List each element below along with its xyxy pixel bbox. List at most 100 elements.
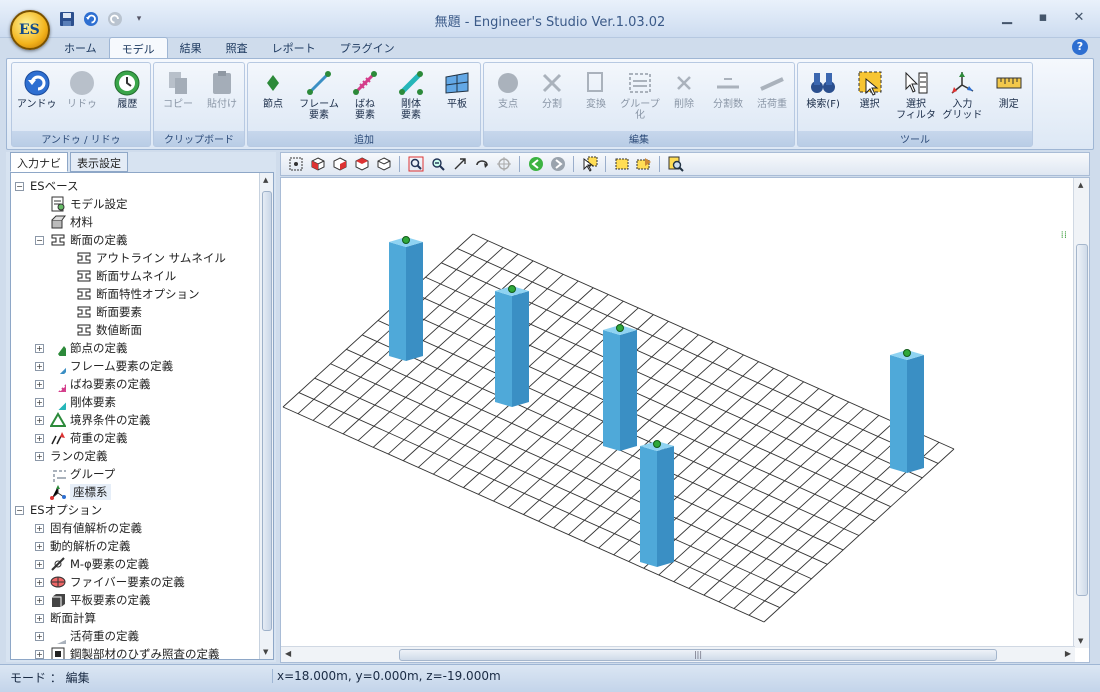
model-viewport-3d[interactable]: ⁞⁞ ▲ ▼ ◀ ||| ▶: [280, 177, 1090, 663]
node-marker[interactable]: [903, 349, 911, 357]
measure-button[interactable]: 測定: [986, 67, 1032, 129]
tree-node[interactable]: + 剛体要素: [35, 393, 116, 411]
tab-0[interactable]: ホーム: [52, 37, 109, 59]
tree-node[interactable]: − ESオプション: [15, 501, 102, 519]
minimize-button[interactable]: ▁: [996, 8, 1018, 26]
zoom-window-icon[interactable]: [407, 156, 424, 173]
expand-icon[interactable]: +: [35, 613, 44, 623]
tree-node[interactable]: − ESベース: [15, 177, 79, 195]
scroll-right-icon[interactable]: ▶: [1065, 649, 1071, 658]
group-button[interactable]: グループ 化: [617, 67, 663, 129]
column-element[interactable]: [890, 349, 924, 474]
window-select-icon[interactable]: [613, 156, 630, 173]
tree-node[interactable]: + M-φ要素の定義: [35, 555, 149, 573]
view-front-icon[interactable]: [331, 156, 348, 173]
tree-node[interactable]: + ばね要素の定義: [35, 375, 151, 393]
scroll-down-icon[interactable]: ▼: [263, 648, 268, 656]
plate-button[interactable]: 平板: [434, 67, 480, 129]
tree-node[interactable]: + 荷重の定義: [35, 429, 128, 447]
tab-1[interactable]: モデル: [108, 37, 168, 59]
redo-button[interactable]: リドゥ: [59, 67, 105, 129]
column-element[interactable]: [640, 440, 674, 568]
view-top-icon[interactable]: [375, 156, 392, 173]
expand-icon[interactable]: +: [35, 451, 44, 461]
pan-icon[interactable]: [451, 156, 468, 173]
fit-view-icon[interactable]: [287, 156, 304, 173]
tab-3[interactable]: 照査: [214, 37, 260, 59]
expand-icon[interactable]: +: [35, 397, 44, 407]
tree-node[interactable]: + ファイバー要素の定義: [35, 573, 185, 591]
back-icon[interactable]: [527, 156, 544, 173]
input-grid-button[interactable]: 入力 グリッド: [939, 67, 985, 129]
expand-icon[interactable]: +: [35, 577, 44, 587]
tree-node[interactable]: 座標系: [35, 483, 111, 501]
tree-node[interactable]: + 鋼製部材のひずみ照査の定義: [35, 645, 220, 659]
tab-5[interactable]: プラグイン: [328, 37, 407, 59]
column-element[interactable]: [389, 236, 423, 362]
column-element[interactable]: [603, 324, 637, 452]
tab-input-navi[interactable]: 入力ナビ: [10, 152, 68, 172]
live-load-button[interactable]: 活荷重: [749, 67, 795, 129]
model-scene[interactable]: [281, 178, 1075, 648]
tree-node[interactable]: + 活荷重の定義: [35, 627, 139, 645]
help-icon[interactable]: ?: [1072, 39, 1088, 55]
tree-node[interactable]: + フレーム要素の定義: [35, 357, 173, 375]
node-marker[interactable]: [653, 440, 661, 448]
select-filter-button[interactable]: 選択 フィルタ: [893, 67, 939, 129]
tree-node[interactable]: + 境界条件の定義: [35, 411, 151, 429]
delete-button[interactable]: 削除: [661, 67, 707, 129]
tree-node[interactable]: + ランの定義: [35, 447, 108, 465]
tree-scroll-thumb[interactable]: [262, 191, 272, 631]
history-button[interactable]: 履歴: [104, 67, 150, 129]
tree-node[interactable]: + 平板要素の定義: [35, 591, 151, 609]
close-button[interactable]: ✕: [1068, 8, 1090, 26]
expand-icon[interactable]: +: [35, 415, 44, 425]
scroll-left-icon[interactable]: ◀: [285, 649, 291, 658]
tab-display-settings[interactable]: 表示設定: [70, 152, 128, 172]
tree-node[interactable]: グループ: [35, 465, 115, 483]
expand-icon[interactable]: +: [35, 523, 44, 533]
divisions-button[interactable]: 分割数: [705, 67, 751, 129]
node-button[interactable]: 節点: [250, 67, 296, 129]
tree-node[interactable]: 材料: [35, 213, 93, 231]
tree-node[interactable]: + 節点の定義: [35, 339, 128, 357]
tab-2[interactable]: 結果: [168, 37, 214, 59]
expand-icon[interactable]: +: [35, 433, 44, 443]
search-binoculars-button[interactable]: 検索(F): [800, 67, 846, 129]
node-marker[interactable]: [616, 324, 624, 332]
copy-button[interactable]: コピー: [155, 67, 201, 129]
tree-node[interactable]: アウトライン サムネイル: [61, 249, 226, 267]
expand-icon[interactable]: +: [35, 361, 44, 371]
tree-node[interactable]: 断面サムネイル: [61, 267, 176, 285]
tree-node[interactable]: − 断面の定義: [35, 231, 128, 249]
node-marker[interactable]: [402, 236, 410, 244]
tree-node[interactable]: + 断面計算: [35, 609, 96, 627]
scroll-up-icon[interactable]: ▲: [263, 176, 268, 184]
spring-element-button[interactable]: ばね 要素: [342, 67, 388, 129]
viewport-horizontal-scrollbar[interactable]: ◀ ||| ▶: [281, 646, 1075, 662]
tree-node[interactable]: + 固有値解析の定義: [35, 519, 142, 537]
collapse-icon[interactable]: −: [35, 235, 44, 245]
scroll-down-icon[interactable]: ▼: [1078, 637, 1083, 645]
tab-4[interactable]: レポート: [260, 37, 328, 59]
view-iso-icon[interactable]: [309, 156, 326, 173]
collapse-icon[interactable]: −: [15, 181, 24, 191]
crossing-select-icon[interactable]: [635, 156, 652, 173]
application-menu-button[interactable]: ES: [10, 10, 50, 50]
paste-button[interactable]: 貼付け: [199, 67, 245, 129]
expand-icon[interactable]: +: [35, 595, 44, 605]
maximize-button[interactable]: ▪: [1032, 8, 1054, 26]
tree-node[interactable]: + 動的解析の定義: [35, 537, 131, 555]
expand-icon[interactable]: +: [35, 631, 44, 641]
viewport-vertical-scrollbar[interactable]: ▲ ▼: [1073, 178, 1089, 648]
collapse-icon[interactable]: −: [15, 505, 24, 515]
column-element[interactable]: [495, 285, 529, 408]
expand-icon[interactable]: +: [35, 379, 44, 389]
tree-node[interactable]: 数値断面: [61, 321, 142, 339]
view-side-icon[interactable]: [353, 156, 370, 173]
tree-scrollbar[interactable]: ▲ ▼: [259, 173, 273, 659]
tree-node[interactable]: 断面特性オプション: [61, 285, 200, 303]
grip-icon[interactable]: ⁞⁞: [1061, 230, 1067, 241]
expand-icon[interactable]: +: [35, 343, 44, 353]
horizontal-scroll-thumb[interactable]: |||: [399, 649, 997, 661]
